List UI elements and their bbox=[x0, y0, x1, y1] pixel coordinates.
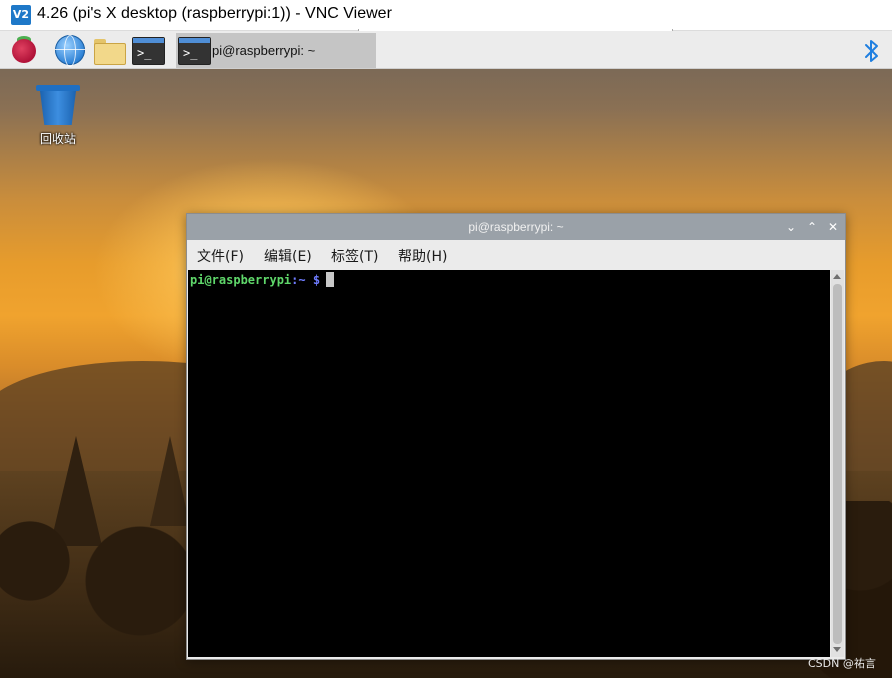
vnc-title-bar: V2 4.26 (pi's X desktop (raspberrypi:1))… bbox=[0, 0, 892, 37]
scrollbar-thumb[interactable] bbox=[833, 284, 842, 644]
menu-file[interactable]: 文件(F) bbox=[197, 246, 244, 266]
file-manager-icon[interactable] bbox=[92, 34, 126, 66]
vnc-logo-icon: V2 bbox=[11, 5, 31, 25]
scroll-down-icon[interactable] bbox=[833, 647, 841, 652]
terminal-prompt-line: pi@raspberrypi:~ $ bbox=[190, 272, 335, 288]
terminal-title: pi@raspberrypi: ~ bbox=[468, 220, 564, 234]
menu-tabs[interactable]: 标签(T) bbox=[331, 246, 378, 266]
pi-taskbar: >_ bbox=[0, 31, 892, 69]
close-icon[interactable]: ✕ bbox=[824, 218, 842, 236]
minimize-icon[interactable]: ⌄ bbox=[782, 218, 800, 236]
prompt-user-host: pi@raspberrypi bbox=[190, 273, 292, 287]
terminal-window: pi@raspberrypi: ~ ⌄ ⌃ ✕ 文件(F) 编辑(E) 标签(T… bbox=[186, 213, 846, 660]
trash-icon[interactable] bbox=[36, 83, 80, 127]
terminal-icon[interactable]: >_ bbox=[131, 34, 165, 66]
terminal-title-bar[interactable]: pi@raspberrypi: ~ ⌄ ⌃ ✕ bbox=[187, 214, 845, 240]
prompt-path: ~ bbox=[298, 273, 306, 287]
terminal-output-area[interactable]: pi@raspberrypi:~ $ bbox=[188, 270, 830, 657]
menu-edit[interactable]: 编辑(E) bbox=[264, 246, 312, 266]
window-title: 4.26 (pi's X desktop (raspberrypi:1)) - … bbox=[37, 5, 392, 22]
terminal-scrollbar[interactable] bbox=[831, 270, 844, 657]
text-cursor bbox=[326, 272, 335, 287]
prompt-symbol: $ bbox=[312, 273, 321, 287]
menu-help[interactable]: 帮助(H) bbox=[398, 246, 447, 266]
scroll-up-icon[interactable] bbox=[833, 274, 841, 279]
maximize-icon[interactable]: ⌃ bbox=[803, 218, 821, 236]
terminal-icon: >_ bbox=[178, 37, 211, 65]
taskbar-task-label: pi@raspberrypi: ~ bbox=[212, 43, 316, 58]
trash-label: 回收站 bbox=[39, 132, 76, 146]
taskbar-task-terminal[interactable]: >_ pi@raspberrypi: ~ bbox=[176, 33, 376, 68]
terminal-menu-bar: 文件(F) 编辑(E) 标签(T) 帮助(H) bbox=[187, 240, 845, 270]
raspberry-menu-icon[interactable] bbox=[8, 34, 40, 66]
csdn-watermark: CSDN @祐言 bbox=[808, 657, 876, 670]
web-browser-icon[interactable] bbox=[54, 34, 86, 67]
bluetooth-icon[interactable] bbox=[862, 38, 882, 64]
